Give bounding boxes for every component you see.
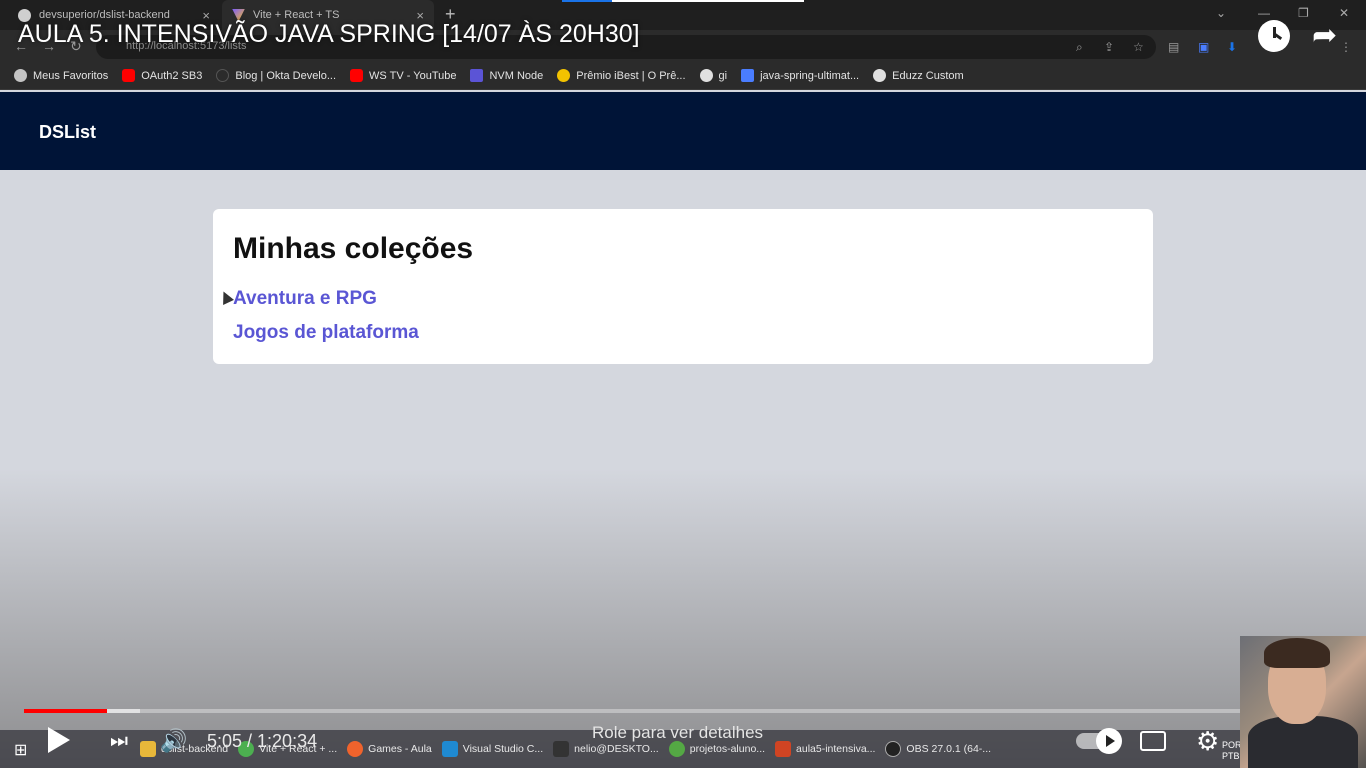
minimize-icon[interactable]: — bbox=[1258, 6, 1270, 20]
volume-icon[interactable]: 🔊 bbox=[160, 728, 187, 754]
share-page-icon[interactable]: ⇪ bbox=[1104, 40, 1114, 54]
github-icon bbox=[873, 69, 887, 82]
taskbar-item[interactable]: Visual Studio C... bbox=[441, 741, 543, 757]
bookmark-item[interactable]: Eduzz Custom bbox=[873, 69, 964, 82]
settings-gear-icon[interactable]: ⚙ bbox=[1196, 726, 1219, 757]
globe-icon bbox=[14, 69, 27, 82]
video-title[interactable]: AULA 5. INTENSIVÃO JAVA SPRING [14/07 ÀS… bbox=[18, 20, 640, 49]
scroll-hint[interactable]: Role para ver detalhes bbox=[592, 723, 763, 743]
list-link-jogos-plataforma[interactable]: Jogos de plataforma bbox=[233, 322, 419, 344]
github-icon bbox=[699, 69, 713, 82]
loading-indicator bbox=[562, 0, 804, 2]
bookmark-item[interactable]: Meus Favoritos bbox=[14, 69, 108, 82]
app-brand[interactable]: DSList bbox=[39, 122, 96, 143]
youtube-icon bbox=[122, 69, 136, 82]
locale-indicator[interactable]: POR PTB bbox=[1222, 740, 1240, 762]
subtitles-icon[interactable] bbox=[1140, 731, 1166, 751]
obs-icon bbox=[885, 741, 902, 757]
menu-icon[interactable]: ⋮ bbox=[1340, 40, 1352, 54]
bookmark-item[interactable]: java-spring-ultimat... bbox=[741, 69, 859, 82]
app-header bbox=[0, 92, 1366, 170]
taskbar-item[interactable]: nelio@DESKTO... bbox=[553, 741, 659, 757]
watch-later-icon[interactable] bbox=[1258, 20, 1290, 52]
time-display: 5:05 / 1:20:34 bbox=[207, 731, 318, 751]
chevron-down-icon[interactable]: ⌄ bbox=[1216, 6, 1226, 20]
terminal-icon bbox=[553, 741, 570, 757]
youtube-icon bbox=[350, 69, 364, 82]
spring-icon bbox=[668, 741, 685, 757]
webcam-person bbox=[1248, 716, 1358, 768]
bookmark-item[interactable]: Blog | Okta Develo... bbox=[216, 69, 336, 82]
taskbar-item[interactable]: aula5-intensiva... bbox=[775, 741, 875, 757]
close-window-icon[interactable]: ✕ bbox=[1339, 6, 1349, 20]
webcam-hair bbox=[1264, 638, 1330, 668]
app-icon bbox=[347, 741, 364, 757]
extension-icon[interactable]: ▤ bbox=[1168, 40, 1179, 54]
zoom-icon[interactable]: ⌕ bbox=[1076, 40, 1083, 55]
download-icon[interactable]: ⬇ bbox=[1227, 40, 1237, 54]
autoplay-toggle[interactable] bbox=[1076, 728, 1122, 754]
bookmark-item[interactable]: WS TV - YouTube bbox=[350, 69, 456, 82]
page-title: Minhas coleções bbox=[233, 232, 474, 265]
ibest-icon bbox=[557, 69, 571, 82]
list-link-aventura-rpg[interactable]: Aventura e RPG bbox=[233, 288, 377, 310]
play-icon[interactable] bbox=[48, 727, 70, 753]
bookmark-item[interactable]: Prêmio iBest | O Prê... bbox=[557, 69, 686, 82]
star-icon[interactable]: ☆ bbox=[1133, 40, 1144, 54]
okta-icon bbox=[216, 69, 230, 82]
taskbar-item[interactable]: OBS 27.0.1 (64-... bbox=[885, 741, 991, 757]
progress-played bbox=[24, 709, 107, 713]
taskbar-item[interactable]: projetos-aluno... bbox=[668, 741, 765, 757]
windows-start-icon[interactable]: ⊞ bbox=[14, 740, 27, 760]
bookmarks-bar: Meus Favoritos OAuth2 SB3 Blog | Okta De… bbox=[0, 62, 1366, 90]
powerpoint-icon bbox=[775, 741, 792, 757]
autoplay-knob bbox=[1096, 728, 1122, 754]
restore-icon[interactable]: ❐ bbox=[1298, 6, 1309, 20]
share-icon[interactable]: ➦ bbox=[1312, 18, 1337, 53]
bookmark-item[interactable]: gi bbox=[699, 69, 727, 82]
doc-icon bbox=[741, 69, 755, 82]
next-video-icon[interactable]: ⏭ bbox=[110, 730, 128, 753]
video-progress-bar[interactable] bbox=[24, 709, 1240, 713]
extension-icon[interactable]: ▣ bbox=[1198, 40, 1209, 54]
folder-icon bbox=[140, 741, 156, 757]
bookmark-item[interactable]: NVM Node bbox=[470, 69, 543, 82]
vscode-icon bbox=[441, 741, 458, 757]
nvm-icon bbox=[470, 69, 484, 82]
bookmark-item[interactable]: OAuth2 SB3 bbox=[122, 69, 202, 82]
taskbar-item[interactable]: Games - Aula bbox=[347, 741, 432, 757]
